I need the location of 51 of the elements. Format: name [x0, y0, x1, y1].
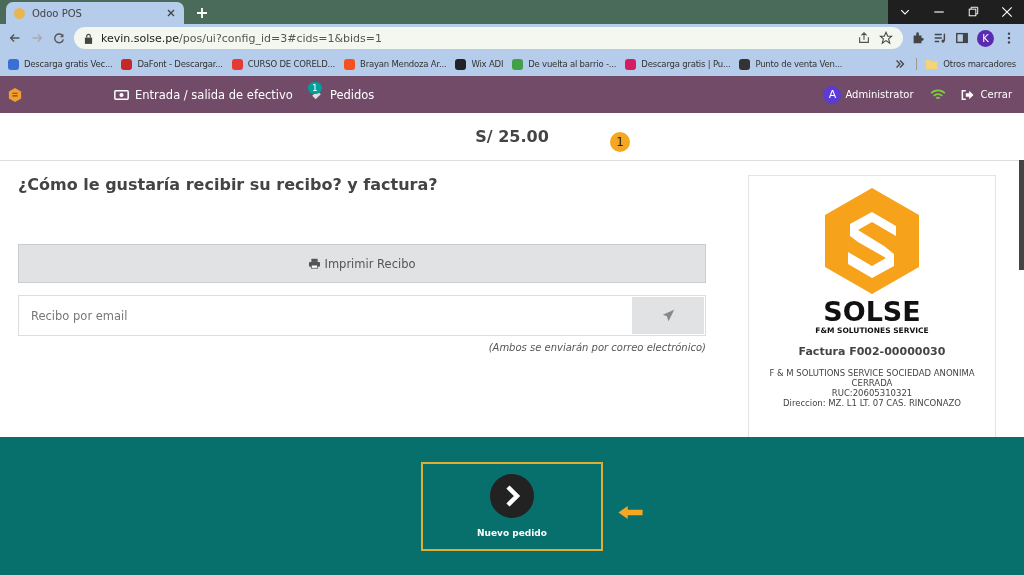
printer-icon	[308, 258, 322, 269]
company-info-line: Direccion: MZ. L1 LT. 07 CAS. RINCONAZO	[783, 398, 961, 408]
arrow-left-icon	[618, 506, 643, 519]
user-avatar: A	[823, 85, 842, 104]
browser-tab[interactable]: Odoo POS	[6, 2, 184, 24]
email-field[interactable]: Recibo por email	[18, 295, 706, 336]
side-panel-icon[interactable]	[955, 31, 969, 45]
share-icon[interactable]	[857, 31, 871, 45]
close-session-button[interactable]: Cerrar	[955, 84, 1016, 105]
bookmark[interactable]: Descarga gratis Vec...	[8, 58, 113, 70]
bookmark[interactable]: Descarga gratis | Pu...	[625, 58, 731, 70]
email-note: (Ambos se enviarán por correo electrónico)	[487, 342, 706, 353]
cash-in-out-button[interactable]: Entrada / salida de efectivo	[110, 83, 297, 106]
lock-icon	[84, 32, 93, 44]
money-icon	[114, 88, 129, 101]
company-info-line: RUC:20605310321	[831, 388, 913, 398]
close-icon[interactable]	[166, 8, 176, 18]
bookmark[interactable]: Brayan Mendoza Ar...	[344, 58, 447, 70]
hexagon-logo-icon	[8, 86, 22, 103]
odoo-favicon-icon	[14, 7, 25, 19]
print-receipt-button[interactable]: Imprimir Recibo	[18, 244, 706, 283]
reload-icon[interactable]	[52, 31, 66, 45]
company-info-line: F & M SOLUTIONS SERVICE SOCIEDAD ANONIMA	[769, 368, 975, 378]
company-info-line: CERRADA	[851, 378, 893, 388]
total-amount: S/ 25.00	[475, 127, 549, 146]
hexagon-s-logo-icon	[822, 186, 922, 296]
invoice-number: Factura F002-00000030	[798, 345, 946, 358]
bookmark[interactable]: DaFont - Descargar...	[121, 58, 223, 70]
paper-plane-icon	[661, 309, 675, 322]
bookmark[interactable]: CURSO DE CORELD...	[231, 58, 335, 70]
user-name: Administrator	[845, 89, 914, 100]
new-tab-icon[interactable]	[196, 7, 208, 19]
step-marker: 1	[610, 132, 630, 152]
address-bar[interactable]: kevin.solse.pe/pos/ui?config_id=3#cids=1&bids=1	[74, 27, 903, 49]
orders-count-badge: 1	[308, 82, 322, 94]
bookmark[interactable]: De vuelta al barrio -...	[512, 58, 617, 70]
folder-icon	[925, 58, 939, 70]
puzzle-icon[interactable]	[911, 31, 925, 45]
profile-avatar[interactable]: K	[977, 29, 994, 47]
sign-out-icon	[959, 88, 975, 101]
back-icon[interactable]	[8, 31, 22, 45]
scrollbar-thumb[interactable]	[1019, 160, 1024, 270]
star-icon[interactable]	[879, 31, 893, 45]
chevron-right-icon	[490, 474, 534, 518]
media-icon[interactable]	[933, 31, 947, 45]
receipt-question: ¿Cómo le gustaría recibir su recibo? y factura?	[18, 175, 439, 194]
brand-name: SOLSE	[823, 298, 921, 326]
bookmark[interactable]: Punto de venta Ven...	[739, 58, 843, 70]
wifi-icon	[929, 88, 946, 101]
bookmark-folder[interactable]: Otros marcadores	[916, 58, 1016, 70]
bookmark[interactable]: Wix ADI	[455, 58, 504, 70]
